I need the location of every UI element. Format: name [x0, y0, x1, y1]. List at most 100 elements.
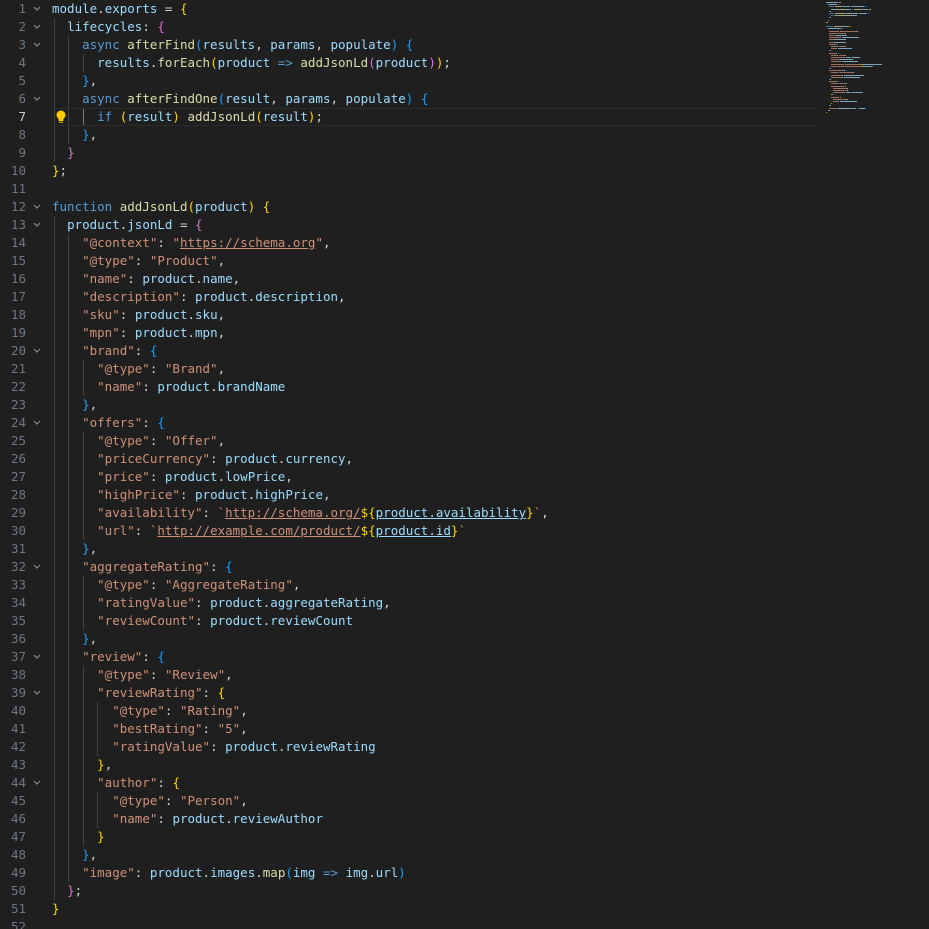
chevron-down-icon[interactable]	[31, 774, 43, 792]
code-token: }	[52, 163, 60, 178]
code-line[interactable]: "name": product.name,	[52, 270, 240, 288]
chevron-down-icon[interactable]	[31, 0, 43, 18]
code-editor[interactable]: 1 2 3 4 5 6 7 8 9 10 11 12 13 14 15 16 17 18 19 20 21 22 23 24 2…	[0, 0, 929, 929]
code-line[interactable]: "@context": "https://schema.org",	[52, 234, 330, 252]
code-token: )	[428, 55, 436, 70]
code-line[interactable]: results.forEach(product => addJsonLd(pro…	[52, 54, 451, 72]
code-line[interactable]: "brand": {	[52, 342, 157, 360]
lightbulb-icon[interactable]	[55, 109, 67, 125]
chevron-down-icon[interactable]	[31, 90, 43, 108]
code-token: .	[187, 307, 196, 322]
code-token: "brand"	[82, 343, 135, 358]
code-line[interactable]: module.exports = {	[52, 0, 187, 18]
line-number: 24	[10, 415, 26, 430]
code-line[interactable]: "@type": "Offer",	[52, 432, 225, 450]
chevron-down-icon[interactable]	[31, 648, 43, 666]
code-line[interactable]: };	[52, 882, 82, 900]
line-number: 41	[10, 721, 26, 736]
code-line[interactable]: "name": product.brandName	[52, 378, 285, 396]
code-line[interactable]: "bestRating": "5",	[52, 720, 247, 738]
code-line[interactable]: "@type": "Product",	[52, 252, 225, 270]
code-line[interactable]: }	[52, 144, 75, 162]
code-line[interactable]: },	[52, 396, 97, 414]
code-line[interactable]: function addJsonLd(product) {	[52, 198, 270, 216]
code-token: :	[179, 289, 196, 304]
code-token: product	[157, 379, 211, 394]
code-line[interactable]: }	[52, 828, 105, 846]
code-line[interactable]: "@type": "Brand",	[52, 360, 225, 378]
code-line[interactable]: "@type": "Review",	[52, 666, 233, 684]
code-token: "review"	[82, 649, 143, 664]
code-line[interactable]: async afterFind(results, params, populat…	[52, 36, 413, 54]
code-line[interactable]: "name": product.reviewAuthor	[52, 810, 323, 828]
minimap-line	[867, 13, 869, 14]
code-line[interactable]: "offers": {	[52, 414, 165, 432]
code-line[interactable]: lifecycles: {	[52, 18, 165, 36]
code-token: {	[195, 217, 203, 232]
chevron-down-icon[interactable]	[31, 18, 43, 36]
code-line[interactable]: "url": ` http://example.com/product/${pro…	[52, 522, 466, 540]
code-line[interactable]: product.jsonLd = {	[52, 216, 203, 234]
code-line[interactable]: "reviewCount": product.reviewCount	[52, 612, 353, 630]
code-line[interactable]: "review": {	[52, 648, 165, 666]
code-line[interactable]: if (result) addJsonLd(result);	[52, 108, 820, 126]
chevron-down-icon[interactable]	[31, 198, 43, 216]
code-token: "Brand"	[164, 361, 218, 376]
code-token: ,	[217, 361, 226, 376]
code-line[interactable]: "price": product.lowPrice,	[52, 468, 293, 486]
code-line[interactable]: "@type": "AggregateRating",	[52, 576, 300, 594]
code-token: ,	[338, 289, 346, 304]
code-line[interactable]: },	[52, 630, 97, 648]
code-token: :	[134, 523, 150, 538]
line-number: 43	[10, 757, 26, 772]
minimap-line	[829, 37, 841, 39]
chevron-down-icon[interactable]	[31, 216, 43, 234]
code-token: params	[285, 91, 331, 106]
code-line[interactable]: "image": product.images.map(img => img.u…	[52, 864, 406, 882]
code-line[interactable]: },	[52, 72, 97, 90]
code-area[interactable]: module.exports = { lifecycles: { async a…	[52, 0, 822, 929]
code-line[interactable]: "reviewRating": {	[52, 684, 225, 702]
minimap-line	[863, 74, 865, 76]
minimap-line	[831, 74, 843, 76]
code-token: :	[195, 613, 211, 628]
code-token: :	[127, 271, 143, 286]
code-line[interactable]: "aggregateRating": {	[52, 558, 233, 576]
code-line[interactable]: },	[52, 126, 97, 144]
code-line[interactable]: "author": {	[52, 774, 180, 792]
code-line[interactable]: "highPrice": product.highPrice,	[52, 486, 330, 504]
minimap[interactable]	[826, 0, 929, 929]
code-token: ,	[330, 91, 346, 106]
code-token: exports	[104, 1, 158, 16]
minimap-line	[829, 30, 838, 32]
chevron-down-icon[interactable]	[31, 342, 43, 360]
code-line[interactable]: "sku": product.sku,	[52, 306, 225, 324]
code-line[interactable]: },	[52, 540, 97, 558]
chevron-down-icon[interactable]	[31, 36, 43, 54]
code-line[interactable]: "ratingValue": product.reviewRating	[52, 738, 375, 756]
code-line[interactable]: "availability": `http://schema.org/${pro…	[52, 504, 549, 522]
code-token: http://example.com/product/	[157, 523, 361, 538]
code-token: {	[179, 1, 188, 16]
minimap-line	[827, 19, 829, 21]
chevron-down-icon[interactable]	[31, 684, 43, 702]
chevron-down-icon[interactable]	[31, 558, 43, 576]
code-line[interactable]: };	[52, 162, 67, 180]
code-line[interactable]: async afterFindOne(result, params, popul…	[52, 90, 428, 108]
code-line[interactable]: "@type": "Person",	[52, 792, 248, 810]
code-line[interactable]: "ratingValue": product.aggregateRating,	[52, 594, 391, 612]
chevron-down-icon[interactable]	[31, 414, 43, 432]
code-line[interactable]: }	[52, 900, 60, 918]
line-number-gutter[interactable]: 1 2 3 4 5 6 7 8 9 10 11 12 13 14 15 16 17 18 19 20 21 22 23 24 2…	[0, 0, 44, 929]
code-line[interactable]: "priceCurrency": product.currency,	[52, 450, 353, 468]
code-line[interactable]: },	[52, 846, 97, 864]
code-token: product	[375, 55, 429, 70]
code-token: :	[157, 235, 173, 250]
code-line[interactable]: "@type": "Rating",	[52, 702, 248, 720]
minimap-line	[831, 96, 838, 98]
code-line[interactable]: "mpn": product.mpn,	[52, 324, 225, 342]
minimap-line	[839, 96, 841, 98]
code-line[interactable]: },	[52, 756, 112, 774]
code-line[interactable]: "description": product.description,	[52, 288, 346, 306]
